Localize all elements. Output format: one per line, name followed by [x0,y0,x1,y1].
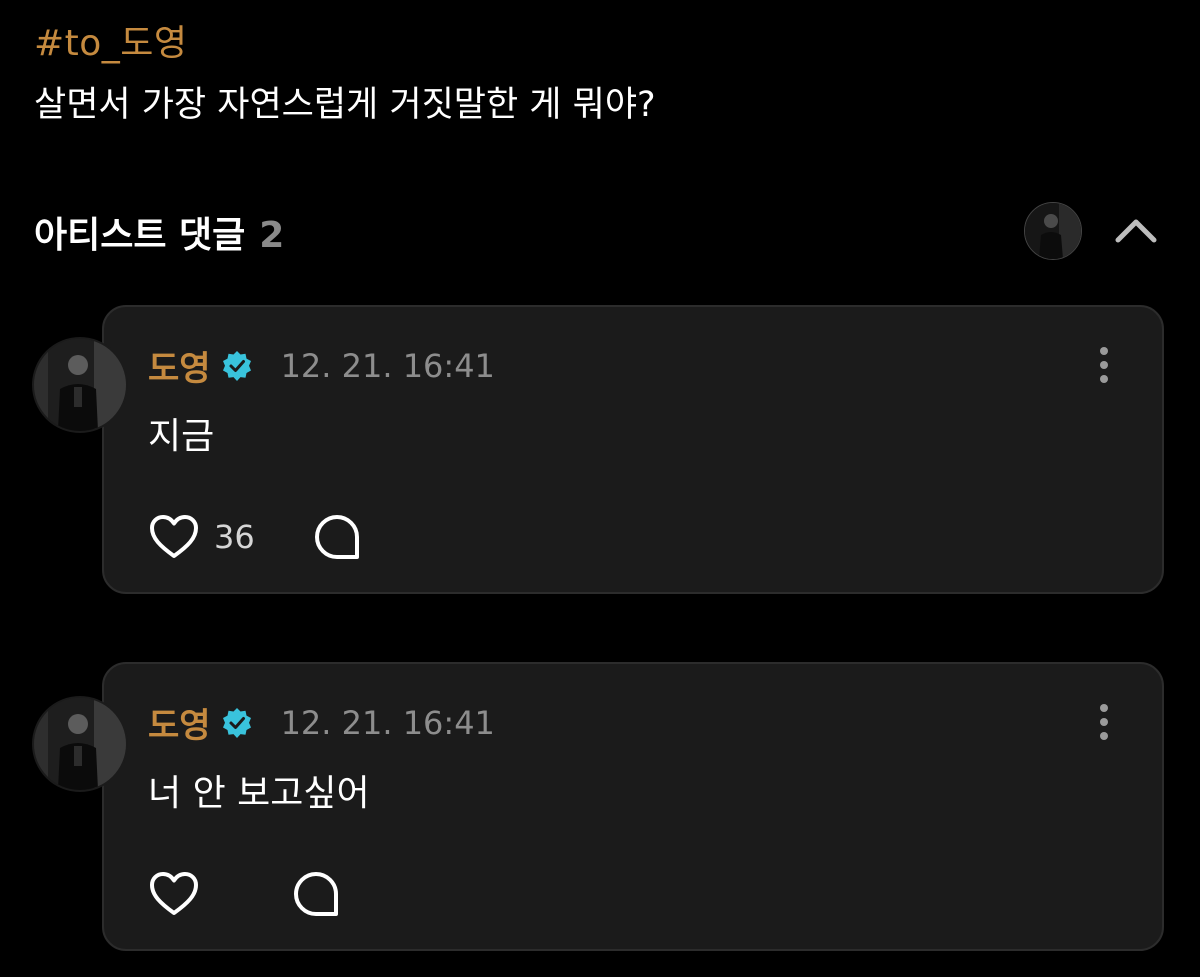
like-button[interactable]: 36 [148,513,255,561]
avatar-photo-icon [1025,203,1081,259]
reply-bubble-icon[interactable] [292,870,340,918]
section-title: 아티스트 댓글 [34,215,246,256]
comment-card: 도영 12. 21. 16:41 지금 36 [102,305,1164,594]
heart-icon [150,872,198,915]
comment-timestamp: 12. 21. 16:41 [280,346,495,385]
avatar-photo-icon [34,339,126,431]
heart-icon [150,515,198,558]
post-question: 살면서 가장 자연스럽게 거짓말한 게 뭐야? [34,85,656,125]
like-count: 36 [214,518,255,556]
verified-badge-icon [222,707,251,738]
more-options-icon[interactable] [1098,345,1110,385]
section-count: 2 [259,215,285,256]
post-hashtag[interactable]: #to_도영 [34,14,188,66]
more-options-icon[interactable] [1098,702,1110,742]
comment-header: 도영 12. 21. 16:41 [148,341,495,390]
comment-text: 지금 [148,416,215,457]
reply-bubble-icon[interactable] [313,513,361,561]
comment-actions: 36 [148,513,361,561]
comment-timestamp: 12. 21. 16:41 [280,703,495,742]
comment-actions [148,870,340,918]
avatar-photo-icon [34,698,126,790]
header-avatar[interactable] [1024,202,1082,260]
author-avatar[interactable] [32,337,128,433]
verified-badge-icon [222,350,251,381]
page: #to_도영 살면서 가장 자연스럽게 거짓말한 게 뭐야? 아티스트 댓글 2… [0,0,1200,977]
like-button[interactable] [148,870,200,918]
comment-author[interactable]: 도영 [148,698,211,747]
comment-text: 너 안 보고싶어 [148,773,370,814]
author-avatar[interactable] [32,696,128,792]
chevron-up-icon[interactable] [1110,210,1162,250]
comment-header: 도영 12. 21. 16:41 [148,698,495,747]
artist-comments-header: 아티스트 댓글 2 [34,206,284,258]
comment-card: 도영 12. 21. 16:41 너 안 보고싶어 [102,662,1164,951]
comment-author[interactable]: 도영 [148,341,211,390]
